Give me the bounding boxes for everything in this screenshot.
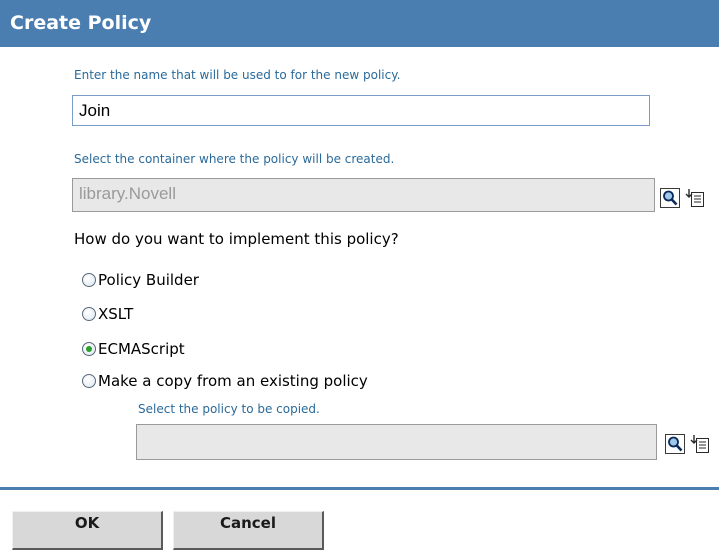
radio-button-icon[interactable]: [82, 307, 96, 321]
radio-label: ECMAScript: [98, 340, 185, 358]
radio-button-selected-icon[interactable]: [82, 342, 96, 356]
radio-label: Make a copy from an existing policy: [98, 372, 368, 390]
container-browse-magnifier-icon[interactable]: [660, 188, 680, 208]
radio-option-copy-existing[interactable]: Make a copy from an existing policy: [82, 370, 368, 392]
container-field: library.Novell: [72, 178, 655, 212]
container-history-list-icon[interactable]: [685, 188, 705, 208]
copy-policy-hint: Select the policy to be copied.: [138, 402, 320, 416]
policy-name-input[interactable]: [72, 95, 650, 126]
container-hint: Select the container where the policy wi…: [74, 152, 395, 166]
radio-button-icon[interactable]: [82, 374, 96, 388]
copy-browse-magnifier-icon[interactable]: [665, 434, 685, 454]
ok-button[interactable]: OK: [12, 511, 163, 550]
implementation-question: How do you want to implement this policy…: [74, 230, 399, 248]
radio-label: XSLT: [98, 305, 134, 323]
dialog-title: Create Policy: [0, 0, 719, 47]
copy-history-list-icon[interactable]: [690, 434, 710, 454]
footer-divider: [0, 487, 719, 490]
cancel-button[interactable]: Cancel: [173, 511, 324, 550]
radio-option-xslt[interactable]: XSLT: [82, 303, 133, 325]
policy-name-hint: Enter the name that will be used to for …: [74, 68, 401, 82]
copy-policy-field: [136, 424, 657, 460]
radio-option-policy-builder[interactable]: Policy Builder: [82, 269, 199, 291]
radio-label: Policy Builder: [98, 271, 199, 289]
radio-button-icon[interactable]: [82, 273, 96, 287]
radio-option-ecmascript[interactable]: ECMAScript: [82, 338, 185, 360]
